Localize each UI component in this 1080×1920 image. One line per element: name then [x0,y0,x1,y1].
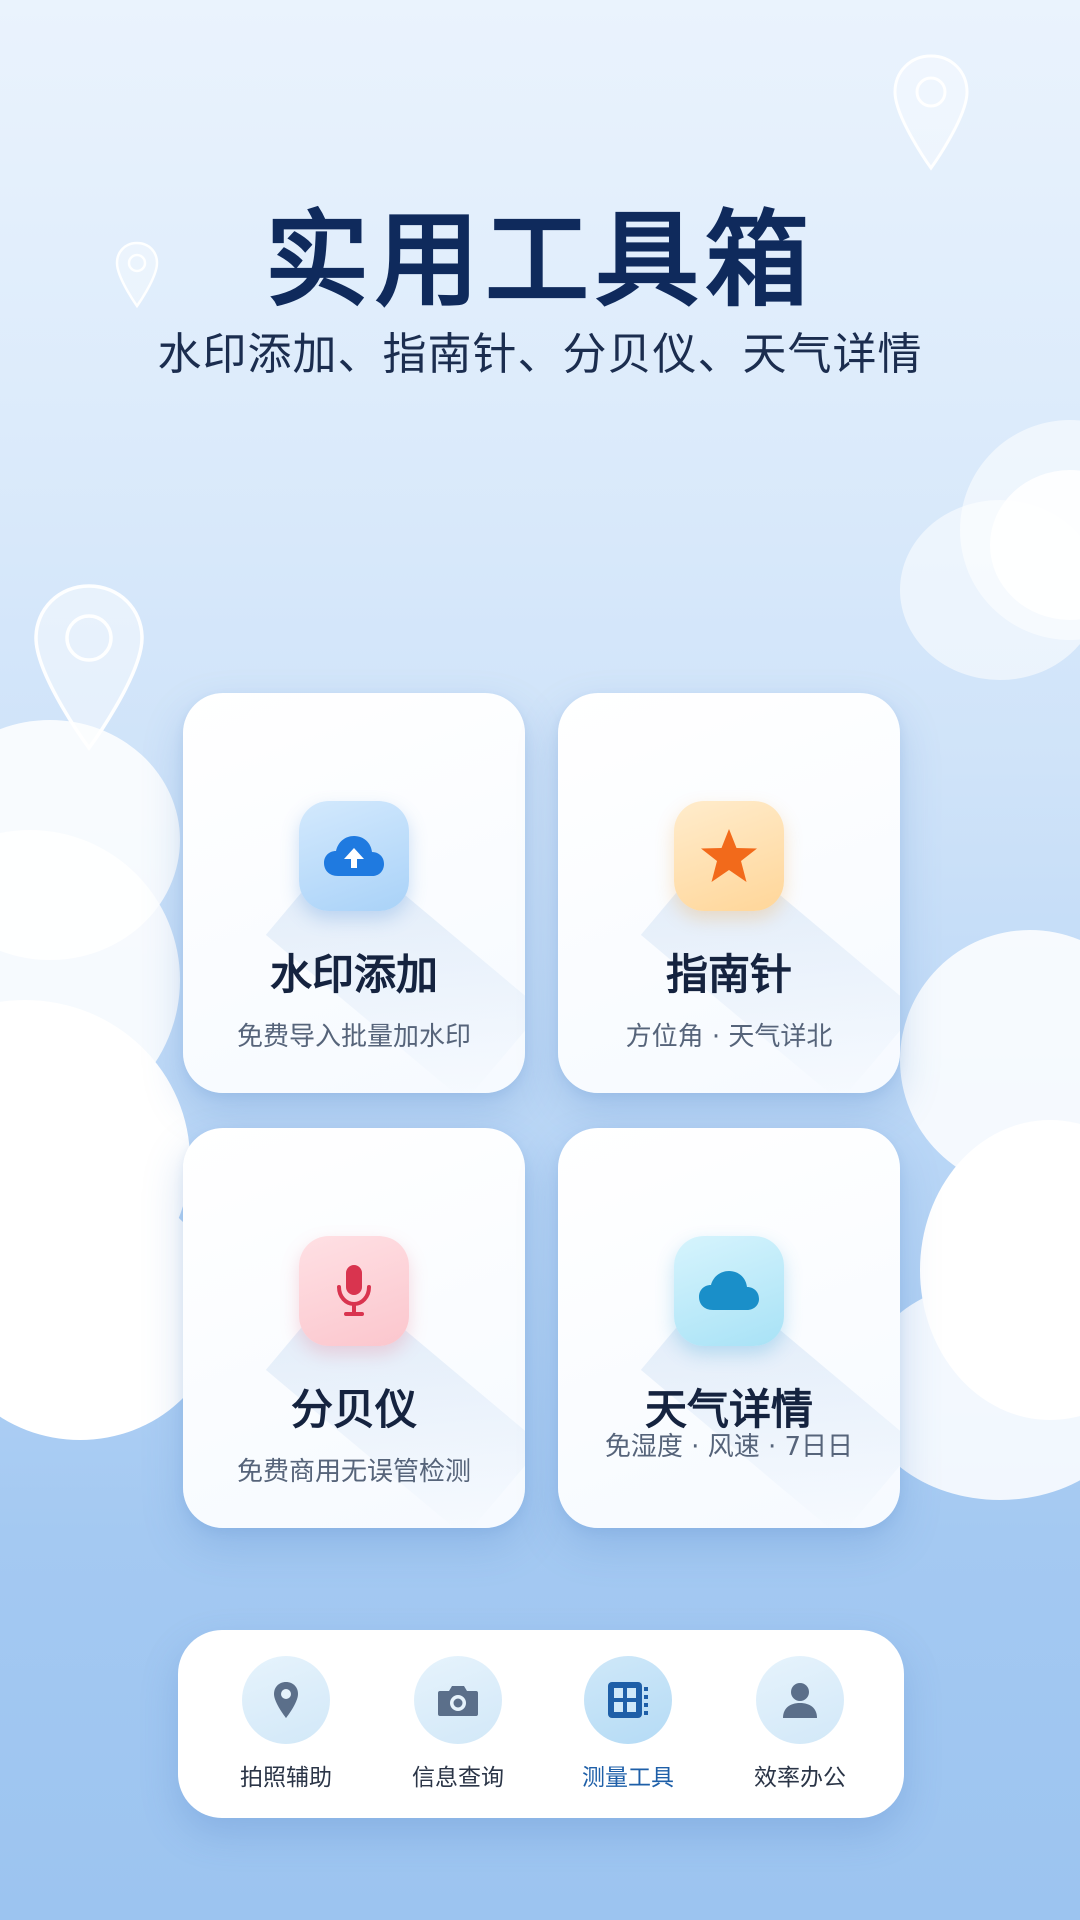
nav-item-office-efficiency[interactable]: 效率办公 [730,1656,870,1796]
cloud-icon [699,1271,759,1310]
decibel-icon-tile [299,1236,409,1346]
app-screen: 实用工具箱 水印添加、指南针、分贝仪、天气详情 水印添加 免费导入批量加水印 指… [0,0,1080,1920]
nav-icon-circle [414,1656,502,1744]
nav-label: 效率办公 [754,1765,846,1791]
card-title: 指南针 [665,950,792,999]
card-watermark[interactable]: 水印添加 免费导入批量加水印 [183,693,525,1093]
page-title: 实用工具箱 [264,199,815,321]
card-description: 方位角 · 天气详北 [625,1022,833,1052]
nav-label: 测量工具 [582,1765,674,1791]
card-title: 分贝仪 [290,1385,417,1434]
watermark-icon-tile [299,801,409,911]
grid-tool-icon [608,1682,648,1718]
compass-icon-tile [674,801,784,911]
nav-item-photo-assist[interactable]: 拍照辅助 [216,1656,356,1796]
card-title: 水印添加 [269,950,438,999]
location-pin-icon [274,1682,298,1718]
microphone-icon [337,1265,371,1316]
card-description: 免湿度 · 风速 · 7日日 [604,1432,854,1462]
nav-icon-circle [242,1656,330,1744]
location-pin-decoration-icon [34,584,144,751]
bottom-nav: 拍照辅助 信息查询 测量工具 效率办公 [178,1630,904,1818]
cloud-upload-icon [324,836,384,876]
nav-label: 拍照辅助 [240,1765,332,1791]
card-weather[interactable]: 天气详情 免湿度 · 风速 · 7日日 [558,1128,900,1528]
person-icon [783,1683,817,1718]
camera-icon [438,1686,478,1716]
nav-icon-circle [756,1656,844,1744]
card-compass[interactable]: 指南针 方位角 · 天气详北 [558,693,900,1093]
weather-icon-tile [674,1236,784,1346]
nav-icon-circle [584,1656,672,1744]
star-icon [701,829,757,882]
card-description: 免费商用无误管检测 [236,1457,471,1487]
card-description: 免费导入批量加水印 [236,1022,471,1052]
nav-item-measure-tools[interactable]: 测量工具 [558,1656,698,1796]
nav-label: 信息查询 [412,1765,504,1791]
nav-item-info-query[interactable]: 信息查询 [388,1656,528,1796]
location-pin-decoration-icon [893,54,969,171]
card-decibel-meter[interactable]: 分贝仪 免费商用无误管检测 [183,1128,525,1528]
page-subtitle: 水印添加、指南针、分贝仪、天气详情 [157,329,923,380]
